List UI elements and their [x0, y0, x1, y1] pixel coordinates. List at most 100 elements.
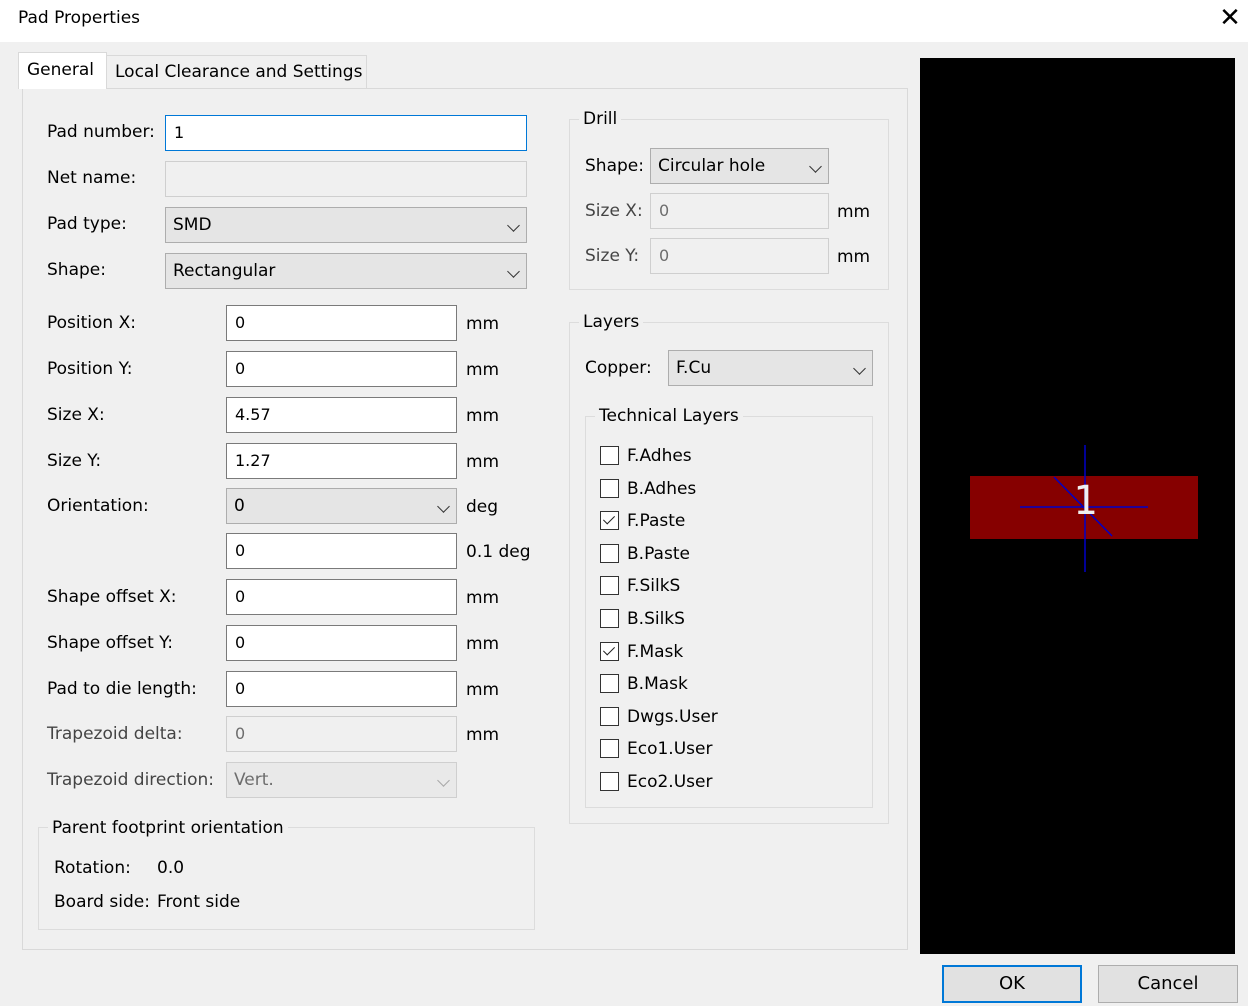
size-y-label: Size Y:	[47, 451, 102, 471]
pad-type-select[interactable]: SMD	[165, 207, 527, 243]
drill-size-x-value: 0	[659, 201, 670, 220]
position-x-input[interactable]: 0	[226, 305, 457, 341]
layer-checkbox[interactable]	[600, 674, 619, 694]
net-name-input	[165, 161, 527, 197]
layer-checkbox[interactable]	[600, 576, 619, 596]
layer-checkbox-label: B.Paste	[627, 543, 690, 564]
shape-offset-y-input[interactable]: 0	[226, 625, 457, 661]
drill-title: Drill	[579, 108, 622, 130]
size-y-input[interactable]: 1.27	[226, 443, 457, 479]
layer-checkbox[interactable]	[600, 706, 619, 726]
layer-checkbox-row[interactable]: Dwgs.User	[600, 706, 840, 728]
layer-checkbox-row[interactable]: B.Paste	[600, 543, 840, 565]
layer-checkbox-row[interactable]: F.Paste	[600, 510, 840, 532]
tab-general[interactable]: General	[18, 52, 107, 89]
layer-checkbox-row[interactable]: F.Adhes	[600, 445, 840, 467]
close-icon[interactable]: ✕	[1216, 2, 1244, 34]
pad-number-value: 1	[174, 123, 185, 142]
layer-checkbox[interactable]	[600, 609, 619, 628]
layer-checkbox[interactable]	[600, 772, 619, 791]
size-x-input[interactable]: 4.57	[226, 397, 457, 433]
shape-select[interactable]: Rectangular	[165, 253, 527, 289]
orientation-fine-value: 0	[235, 541, 246, 560]
layer-checkbox[interactable]	[600, 739, 619, 759]
layer-checkbox-label: B.SilkS	[627, 609, 685, 629]
layer-checkbox-label: F.SilkS	[627, 576, 681, 597]
pad-type-label: Pad type:	[47, 214, 127, 234]
layer-checkbox-row[interactable]: Eco2.User	[600, 771, 840, 793]
rotation-value: 0.0	[157, 858, 185, 878]
orientation-label: Orientation:	[47, 496, 149, 516]
copper-value: F.Cu	[676, 358, 712, 378]
pad-number-text: 1	[1072, 478, 1098, 524]
tab-local-clearance[interactable]: Local Clearance and Settings	[106, 55, 367, 89]
shape-offset-x-unit: mm	[466, 588, 500, 608]
layer-checkbox-label: B.Adhes	[627, 478, 697, 499]
chevron-down-icon	[507, 219, 520, 232]
ok-button[interactable]: OK	[942, 965, 1082, 1003]
copper-select[interactable]: F.Cu	[668, 350, 873, 386]
chevron-down-icon	[437, 774, 450, 787]
chevron-down-icon	[853, 362, 866, 375]
drill-shape-value: Circular hole	[658, 156, 766, 176]
shape-offset-x-value: 0	[235, 587, 246, 606]
trapezoid-delta-value: 0	[235, 724, 246, 743]
pad-preview-canvas: 1	[920, 58, 1235, 954]
trapezoid-direction-select: Vert.	[226, 762, 457, 798]
layer-checkbox-row[interactable]: F.Mask	[600, 641, 840, 663]
layer-checkbox-row[interactable]: Eco1.User	[600, 738, 840, 760]
board-side-value: Front side	[157, 892, 241, 912]
layer-checkbox[interactable]	[600, 478, 619, 498]
layer-checkbox[interactable]	[600, 446, 619, 465]
orientation-fine-input[interactable]: 0	[226, 533, 457, 569]
drill-size-x-unit: mm	[837, 202, 871, 222]
orientation-unit: deg	[466, 497, 499, 517]
layer-checkbox[interactable]	[600, 641, 619, 661]
net-name-label: Net name:	[47, 168, 137, 188]
position-x-unit: mm	[466, 314, 500, 334]
pad-number-input[interactable]: 1	[165, 115, 527, 151]
window-title: Pad Properties	[18, 8, 141, 28]
size-x-label: Size X:	[47, 405, 105, 425]
position-y-label: Position Y:	[47, 359, 133, 379]
rotation-label: Rotation:	[54, 858, 131, 878]
position-x-value: 0	[235, 313, 246, 332]
size-y-value: 1.27	[235, 451, 271, 470]
pad-to-die-unit: mm	[466, 680, 500, 700]
tab-label: General	[27, 60, 94, 80]
layer-checkbox[interactable]	[600, 511, 619, 531]
pad-to-die-input[interactable]: 0	[226, 671, 457, 707]
layer-checkbox-row[interactable]: F.SilkS	[600, 575, 840, 597]
size-x-value: 4.57	[235, 405, 271, 424]
drill-size-y-unit: mm	[837, 247, 871, 267]
drill-shape-select[interactable]: Circular hole	[650, 148, 829, 184]
trapezoid-delta-label: Trapezoid delta:	[47, 724, 183, 744]
position-y-input[interactable]: 0	[226, 351, 457, 387]
position-x-label: Position X:	[47, 313, 136, 333]
cancel-button[interactable]: Cancel	[1098, 965, 1238, 1003]
layer-checkbox-label: Eco2.User	[627, 772, 713, 792]
trapezoid-direction-label: Trapezoid direction:	[47, 770, 215, 790]
size-x-unit: mm	[466, 406, 500, 426]
tab-label: Local Clearance and Settings	[115, 62, 363, 82]
layer-checkbox-row[interactable]: B.Adhes	[600, 478, 840, 500]
drill-size-y-input: 0	[650, 238, 829, 274]
layer-checkbox[interactable]	[600, 543, 619, 563]
drill-size-y-value: 0	[659, 246, 670, 265]
shape-offset-x-input[interactable]: 0	[226, 579, 457, 615]
pad-type-value: SMD	[173, 215, 212, 235]
layer-checkbox-label: F.Mask	[627, 641, 684, 662]
layers-title: Layers	[579, 311, 644, 333]
position-y-unit: mm	[466, 360, 500, 380]
shape-offset-x-label: Shape offset X:	[47, 587, 177, 607]
chevron-down-icon	[437, 500, 450, 513]
layer-checkbox-row[interactable]: B.Mask	[600, 673, 840, 695]
layer-checkbox-row[interactable]: B.SilkS	[600, 608, 840, 630]
drill-size-x-label: Size X:	[585, 201, 643, 221]
parent-footprint-title: Parent footprint orientation	[48, 817, 288, 839]
orientation-select[interactable]: 0	[226, 488, 457, 524]
orientation-value: 0	[234, 496, 245, 516]
chevron-down-icon	[809, 160, 822, 173]
orientation-fine-unit: 0.1 deg	[466, 542, 531, 562]
trapezoid-delta-input: 0	[226, 716, 457, 752]
